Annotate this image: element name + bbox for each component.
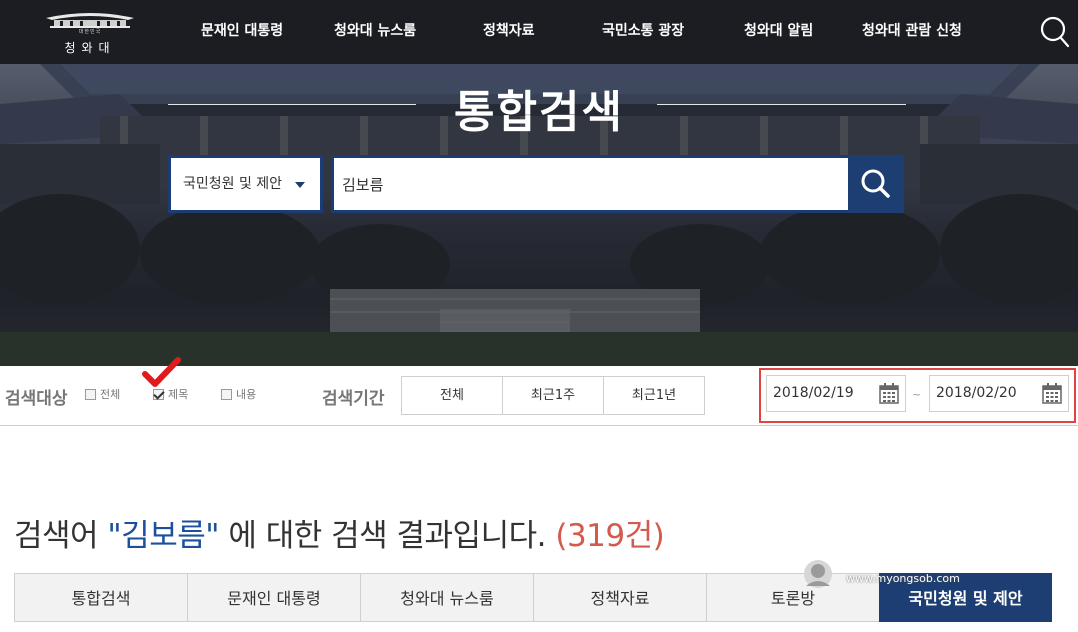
search-field[interactable]	[331, 155, 849, 213]
checkbox-all[interactable]	[85, 389, 96, 400]
search-filter-bar: 검색대상 전체 제목 내용 검색기간 전체 최근1주 최근1년 2018/02/…	[0, 357, 1078, 426]
avatar-icon	[804, 560, 832, 588]
checkbox-all-label: 전체	[100, 388, 121, 401]
watermark: www.myongsob.com	[800, 556, 980, 592]
date-to-field[interactable]: 2018/02/20	[929, 375, 1069, 412]
result-count: (319건)	[555, 518, 665, 554]
period-button-group: 전체 최근1주 최근1년	[401, 376, 705, 415]
period-all-button[interactable]: 전체	[402, 377, 503, 414]
cheongwadae-logo[interactable]: 대한민국 청와대	[40, 6, 140, 58]
caret-down-icon	[295, 182, 305, 188]
magnifier-icon	[861, 169, 890, 198]
search-period-label: 검색기간	[322, 389, 385, 409]
watermark-text: www.myongsob.com	[846, 572, 960, 585]
search-button[interactable]	[848, 155, 904, 213]
category-select-value: 국민청원 및 제안	[183, 176, 283, 192]
checkbox-content[interactable]	[221, 389, 232, 400]
calendar-icon[interactable]	[1042, 383, 1062, 404]
period-year-button[interactable]: 최근1년	[604, 377, 704, 414]
tab-policy[interactable]: 정책자료	[533, 573, 706, 622]
result-prefix: 검색어	[14, 518, 99, 554]
logo-title: 청와대	[64, 41, 116, 55]
checkbox-title[interactable]	[153, 389, 164, 400]
tab-president[interactable]: 문재인 대통령	[187, 573, 360, 622]
page-title: 통합검색	[454, 87, 624, 138]
calendar-icon[interactable]	[879, 383, 899, 404]
nav-item-policy[interactable]: 정책자료	[483, 20, 535, 42]
red-check-annotation-icon	[142, 357, 181, 387]
nav-item-communication[interactable]: 국민소통 광장	[602, 20, 684, 42]
nav-item-notice[interactable]: 청와대 알림	[744, 20, 813, 42]
result-middle-text: 에 대한 검색 결과입니다.	[228, 518, 546, 554]
nav-item-president[interactable]: 문재인 대통령	[201, 20, 283, 42]
top-navigation-bar: 대한민국 청와대 문재인 대통령 청와대 뉴스룸 정책자료 국민소통 광장 청와…	[0, 0, 1078, 64]
search-input[interactable]	[334, 158, 848, 210]
search-result-heading: 검색어 "김보름" 에 대한 검색 결과입니다. (319건)	[14, 510, 665, 555]
hero-banner: 통합검색 국민청원 및 제안	[0, 64, 1078, 366]
logo-subtitle: 대한민국	[78, 29, 102, 35]
hero-title-line-right	[657, 104, 906, 105]
date-to-value: 2018/02/20	[936, 385, 1017, 401]
category-select[interactable]: 국민청원 및 제안	[168, 155, 323, 213]
search-icon[interactable]	[1038, 14, 1070, 48]
blue-house-roof-icon	[46, 13, 134, 28]
search-target-label: 검색대상	[5, 389, 68, 409]
date-from-value: 2018/02/19	[773, 385, 854, 401]
nav-item-tour[interactable]: 청와대 관람 신청	[862, 20, 962, 42]
tab-integrated[interactable]: 통합검색	[14, 573, 187, 622]
period-week-button[interactable]: 최근1주	[503, 377, 604, 414]
date-separator: ~	[912, 388, 922, 401]
result-query: "김보름"	[107, 518, 219, 554]
checkbox-content-label: 내용	[236, 388, 257, 401]
tab-newsroom[interactable]: 청와대 뉴스룸	[360, 573, 533, 622]
date-from-field[interactable]: 2018/02/19	[766, 375, 906, 412]
nav-item-newsroom[interactable]: 청와대 뉴스룸	[334, 20, 416, 42]
